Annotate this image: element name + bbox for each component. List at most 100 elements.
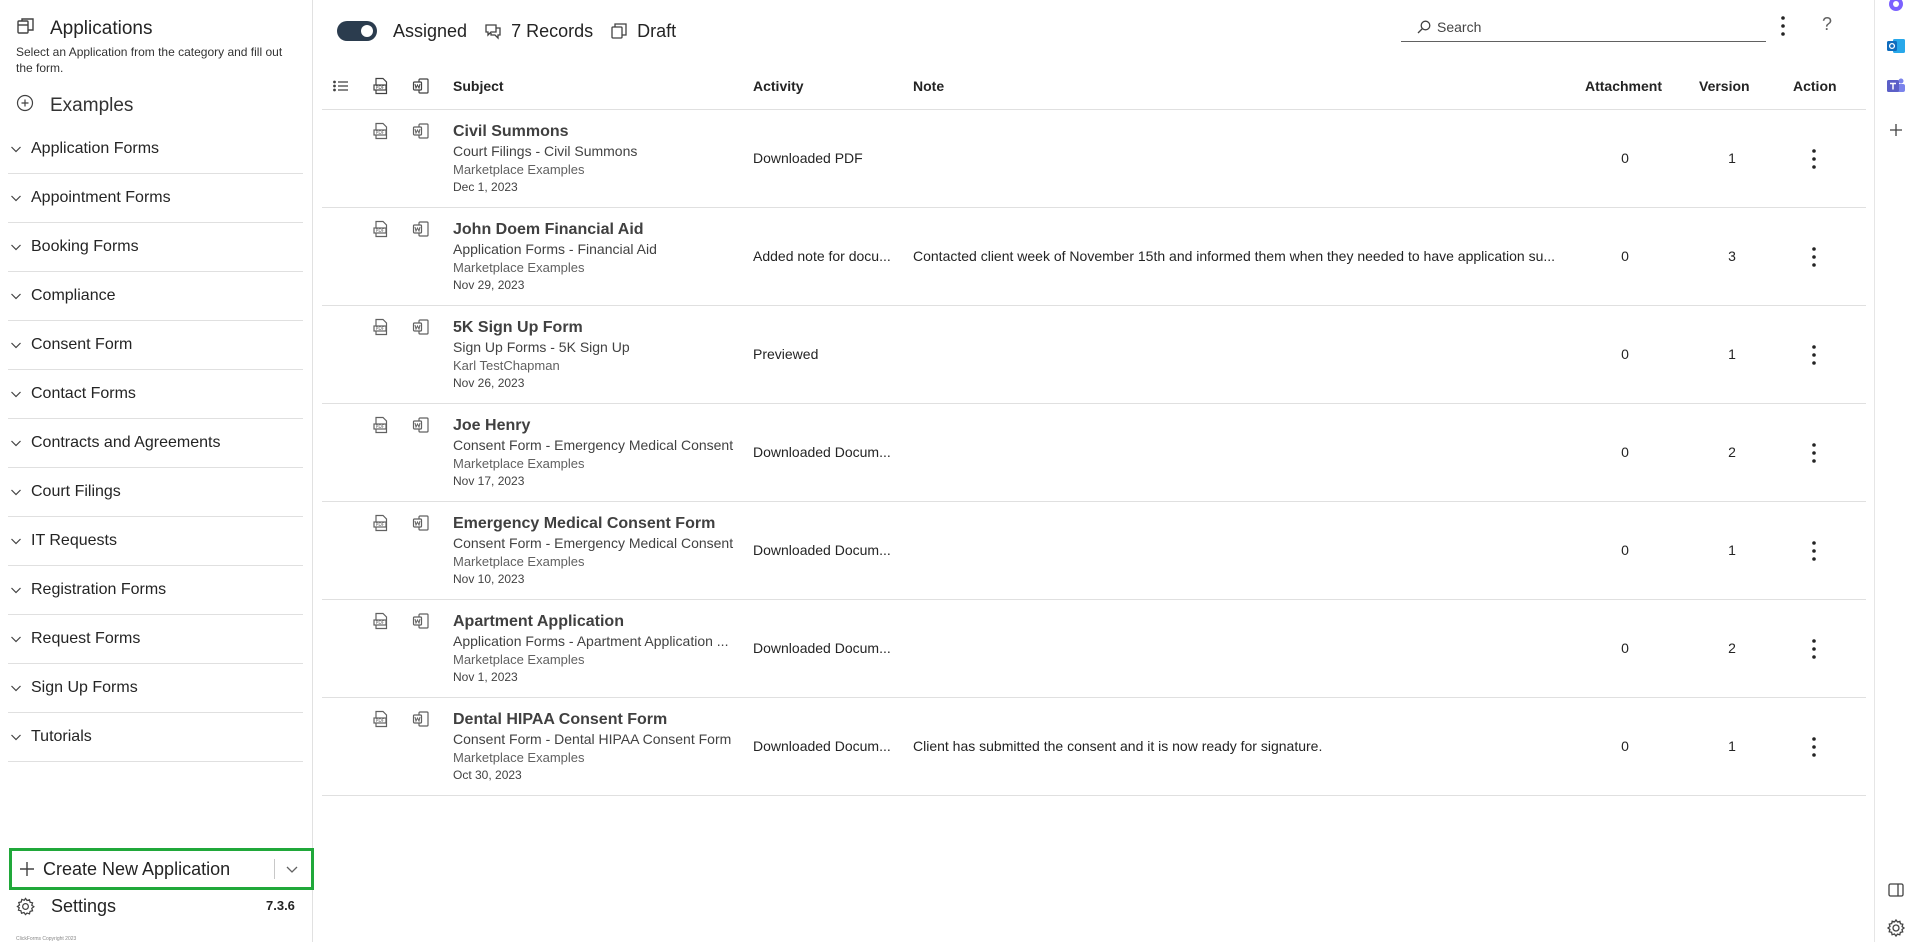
record-title[interactable]: Emergency Medical Consent Form — [453, 514, 743, 533]
table-row[interactable]: PDF 5K Sign Up Form Sign Up Forms - 5K Sig… — [322, 306, 1866, 404]
category-item-registration-forms[interactable]: Registration Forms — [8, 566, 303, 615]
pdf-icon[interactable]: PDF — [372, 612, 390, 630]
table-row[interactable]: PDF John Doem Financial Aid Application Fo… — [322, 208, 1866, 306]
record-owner: Marketplace Examples — [453, 554, 585, 569]
pdf-icon[interactable]: PDF — [372, 122, 390, 140]
category-item-request-forms[interactable]: Request Forms — [8, 615, 303, 664]
attachment-count: 0 — [1621, 542, 1629, 558]
record-title[interactable]: John Doem Financial Aid — [453, 220, 743, 239]
more-vertical-icon[interactable] — [1773, 12, 1793, 40]
record-title[interactable]: Joe Henry — [453, 416, 743, 435]
copilot-icon[interactable] — [1886, 0, 1906, 14]
chevron-down-icon — [11, 734, 21, 741]
pdf-icon[interactable]: PDF — [372, 514, 390, 532]
add-icon[interactable] — [1886, 120, 1906, 140]
record-owner: Marketplace Examples — [453, 162, 585, 177]
records-label: 7 Records — [511, 20, 594, 41]
category-label: Registration Forms — [31, 581, 167, 598]
table-row[interactable]: PDF Joe Henry Consent Form - Emergency Med… — [322, 404, 1866, 502]
category-label: Sign Up Forms — [31, 679, 138, 696]
pdf-icon[interactable]: PDF — [372, 416, 390, 434]
svg-text:PDF: PDF — [376, 522, 385, 528]
category-item-contracts-and-agreements[interactable]: Contracts and Agreements — [8, 419, 303, 468]
category-item-it-requests[interactable]: IT Requests — [8, 517, 303, 566]
row-actions-menu[interactable] — [1804, 147, 1824, 171]
chevron-down-icon — [11, 342, 21, 349]
sidebar: Applications Select an Application from … — [0, 0, 314, 942]
table-row[interactable]: PDF Emergency Medical Consent Form Consent… — [322, 502, 1866, 600]
activity-cell: Downloaded Docum... — [753, 738, 891, 754]
assigned-toggle[interactable] — [337, 21, 377, 41]
settings-button[interactable]: Settings — [16, 896, 116, 917]
split-divider — [274, 859, 275, 879]
plus-icon — [20, 862, 34, 876]
outlook-icon[interactable] — [1886, 36, 1906, 56]
record-date: Nov 10, 2023 — [453, 572, 525, 586]
row-actions-menu[interactable] — [1804, 343, 1824, 367]
search-input[interactable] — [1437, 18, 1737, 35]
category-item-booking-forms[interactable]: Booking Forms — [8, 223, 303, 272]
word-icon[interactable] — [412, 514, 430, 532]
word-icon[interactable] — [412, 710, 430, 728]
word-icon[interactable] — [412, 416, 430, 434]
row-actions-menu[interactable] — [1804, 735, 1824, 759]
word-icon[interactable] — [412, 318, 430, 336]
record-title[interactable]: Civil Summons — [453, 122, 743, 141]
list-icon[interactable] — [332, 77, 350, 95]
pdf-icon[interactable]: PDF — [372, 220, 390, 238]
word-icon[interactable] — [412, 612, 430, 630]
header-attachment[interactable]: Attachment — [1585, 78, 1662, 94]
record-category: Court Filings - Civil Summons — [453, 143, 638, 159]
header-note[interactable]: Note — [913, 78, 944, 94]
category-label: Appointment Forms — [31, 189, 171, 206]
create-new-application-button[interactable]: Create New Application — [9, 848, 314, 890]
pdf-icon[interactable]: PDF — [372, 77, 390, 95]
row-actions-menu[interactable] — [1804, 539, 1824, 563]
draft-label: Draft — [637, 20, 677, 41]
record-category: Sign Up Forms - 5K Sign Up — [453, 339, 630, 355]
examples-button[interactable]: Examples — [16, 94, 133, 118]
category-item-appointment-forms[interactable]: Appointment Forms — [8, 174, 303, 223]
app-header: Applications — [16, 16, 152, 41]
header-version[interactable]: Version — [1699, 78, 1750, 94]
table-row[interactable]: PDF Dental HIPAA Consent Form Consent Form… — [322, 698, 1866, 796]
category-item-sign-up-forms[interactable]: Sign Up Forms — [8, 664, 303, 713]
chevron-down-icon[interactable] — [285, 862, 299, 876]
header-subject[interactable]: Subject — [453, 78, 504, 94]
draft-button[interactable]: Draft — [610, 21, 676, 42]
category-label: Request Forms — [31, 630, 141, 647]
category-item-compliance[interactable]: Compliance — [8, 272, 303, 321]
settings-icon[interactable] — [1886, 918, 1906, 938]
subject-cell: 5K Sign Up Form Sign Up Forms - 5K Sign U… — [453, 318, 743, 392]
category-item-contact-forms[interactable]: Contact Forms — [8, 370, 303, 419]
category-label: Contact Forms — [31, 385, 136, 402]
record-title[interactable]: Dental HIPAA Consent Form — [453, 710, 743, 729]
category-list: Application Forms Appointment Forms Bookin… — [8, 125, 303, 762]
record-title[interactable]: 5K Sign Up Form — [453, 318, 743, 337]
records-icon — [485, 24, 501, 40]
table-row[interactable]: PDF Apartment Application Application Form… — [322, 600, 1866, 698]
chevron-down-icon — [11, 489, 21, 496]
category-item-court-filings[interactable]: Court Filings — [8, 468, 303, 517]
chevron-down-icon — [11, 146, 21, 153]
help-icon[interactable]: ? — [1822, 14, 1832, 35]
pdf-icon[interactable]: PDF — [372, 710, 390, 728]
category-item-consent-form[interactable]: Consent Form — [8, 321, 303, 370]
category-item-application-forms[interactable]: Application Forms — [8, 125, 303, 174]
record-title[interactable]: Apartment Application — [453, 612, 743, 631]
row-actions-menu[interactable] — [1804, 245, 1824, 269]
row-actions-menu[interactable] — [1804, 441, 1824, 465]
table-row[interactable]: PDF Civil Summons Court Filings - Civil Su… — [322, 110, 1866, 208]
teams-icon[interactable] — [1886, 76, 1906, 96]
records-table: PDF Subject Activity Note Attachment Ver… — [322, 68, 1866, 796]
category-item-tutorials[interactable]: Tutorials — [8, 713, 303, 762]
record-date: Nov 26, 2023 — [453, 376, 525, 390]
panel-icon[interactable] — [1886, 880, 1906, 900]
records-button[interactable]: 7 Records — [484, 21, 593, 42]
header-activity[interactable]: Activity — [753, 78, 804, 94]
word-icon[interactable] — [412, 220, 430, 238]
word-icon[interactable] — [412, 122, 430, 140]
row-actions-menu[interactable] — [1804, 637, 1824, 661]
word-icon[interactable] — [412, 77, 430, 95]
pdf-icon[interactable]: PDF — [372, 318, 390, 336]
